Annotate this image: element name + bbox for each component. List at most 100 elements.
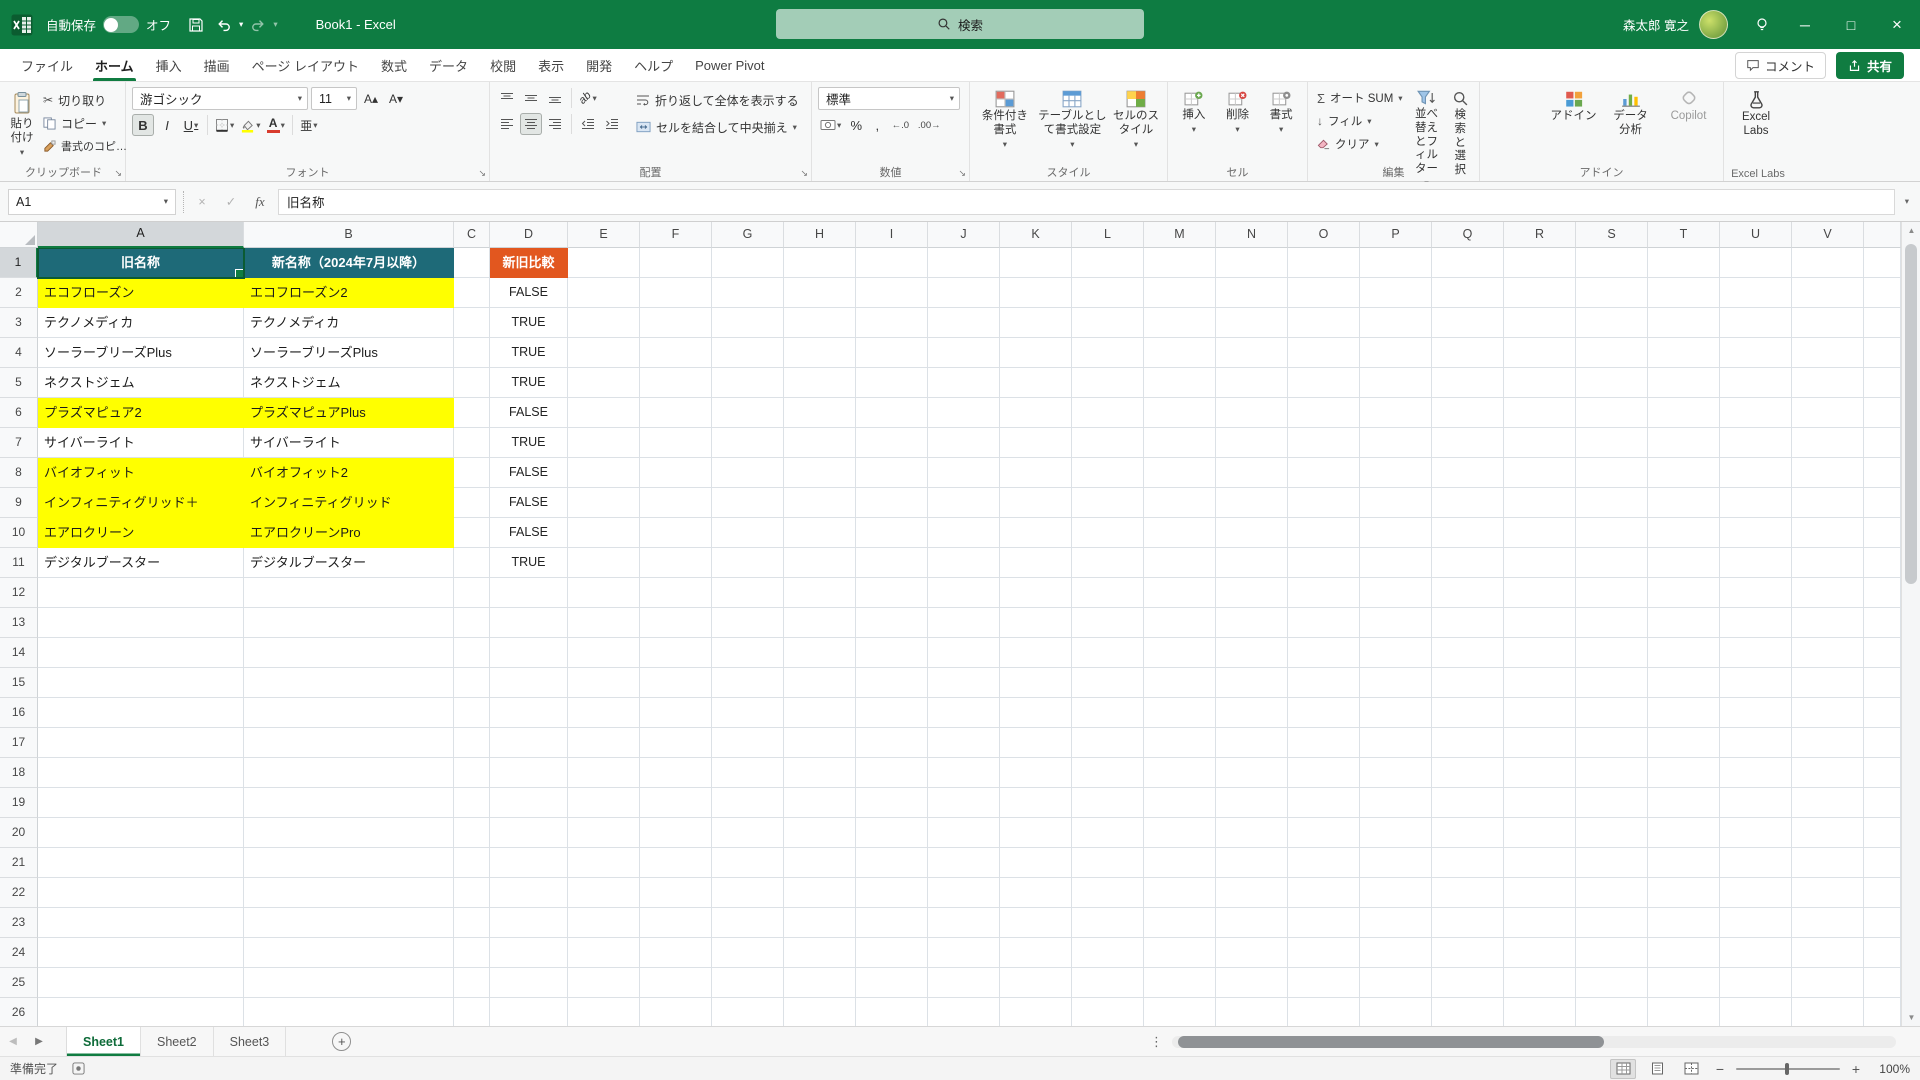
cell-C15[interactable] <box>454 668 490 698</box>
cell-Q11[interactable] <box>1432 548 1504 578</box>
row-header-3[interactable]: 3 <box>0 308 38 338</box>
cell-T24[interactable] <box>1648 938 1720 968</box>
cell-L1[interactable] <box>1072 248 1144 278</box>
cell-Q1[interactable] <box>1432 248 1504 278</box>
cell-E7[interactable] <box>568 428 640 458</box>
cell-Q24[interactable] <box>1432 938 1504 968</box>
cell-J19[interactable] <box>928 788 1000 818</box>
cell-F14[interactable] <box>640 638 712 668</box>
cell-B16[interactable] <box>244 698 454 728</box>
cell-V21[interactable] <box>1792 848 1864 878</box>
cell-E18[interactable] <box>568 758 640 788</box>
cell-E17[interactable] <box>568 728 640 758</box>
cell-N15[interactable] <box>1216 668 1288 698</box>
cell-U15[interactable] <box>1720 668 1792 698</box>
cell-L13[interactable] <box>1072 608 1144 638</box>
cell-Q20[interactable] <box>1432 818 1504 848</box>
cell-C1[interactable] <box>454 248 490 278</box>
align-top-button[interactable] <box>496 87 518 109</box>
cell-M3[interactable] <box>1144 308 1216 338</box>
undo-button[interactable] <box>211 11 237 39</box>
cell-R24[interactable] <box>1504 938 1576 968</box>
cell-O12[interactable] <box>1288 578 1360 608</box>
cell-S15[interactable] <box>1576 668 1648 698</box>
cell-E22[interactable] <box>568 878 640 908</box>
cell-D24[interactable] <box>490 938 568 968</box>
cell-L23[interactable] <box>1072 908 1144 938</box>
cell-R13[interactable] <box>1504 608 1576 638</box>
column-header-R[interactable]: R <box>1504 222 1576 248</box>
cell-R5[interactable] <box>1504 368 1576 398</box>
cell-B21[interactable] <box>244 848 454 878</box>
cell-M21[interactable] <box>1144 848 1216 878</box>
cell-B4[interactable]: ソーラーブリーズPlus <box>244 338 454 368</box>
cell-I6[interactable] <box>856 398 928 428</box>
normal-view-button[interactable] <box>1610 1058 1636 1079</box>
cell-O16[interactable] <box>1288 698 1360 728</box>
minimize-button[interactable]: ─ <box>1782 0 1828 49</box>
cell-L10[interactable] <box>1072 518 1144 548</box>
cell-T15[interactable] <box>1648 668 1720 698</box>
row-header-10[interactable]: 10 <box>0 518 38 548</box>
cell-E2[interactable] <box>568 278 640 308</box>
column-header-B[interactable]: B <box>244 222 454 248</box>
cell-I20[interactable] <box>856 818 928 848</box>
cell-S25[interactable] <box>1576 968 1648 998</box>
vertical-scroll-thumb[interactable] <box>1905 244 1917 584</box>
align-middle-button[interactable] <box>520 87 542 109</box>
cell-P26[interactable] <box>1360 998 1432 1026</box>
cell-V13[interactable] <box>1792 608 1864 638</box>
cell-T9[interactable] <box>1648 488 1720 518</box>
cell-G22[interactable] <box>712 878 784 908</box>
cell-B2[interactable]: エコフローズン2 <box>244 278 454 308</box>
lightbulb-button[interactable] <box>1742 0 1782 49</box>
cell-N11[interactable] <box>1216 548 1288 578</box>
cell-D11[interactable]: TRUE <box>490 548 568 578</box>
cell-O2[interactable] <box>1288 278 1360 308</box>
cell-N6[interactable] <box>1216 398 1288 428</box>
cell-M19[interactable] <box>1144 788 1216 818</box>
column-header-G[interactable]: G <box>712 222 784 248</box>
cell-B18[interactable] <box>244 758 454 788</box>
conditional-formatting-button[interactable]: 条件付き書式 ▾ <box>976 87 1034 151</box>
zoom-out-button[interactable]: − <box>1712 1061 1728 1077</box>
align-center-button[interactable] <box>520 113 542 135</box>
cell-T12[interactable] <box>1648 578 1720 608</box>
cell-T5[interactable] <box>1648 368 1720 398</box>
cell-C4[interactable] <box>454 338 490 368</box>
font-dialog-launcher[interactable]: ↘ <box>478 169 486 178</box>
cell-R18[interactable] <box>1504 758 1576 788</box>
cell-P16[interactable] <box>1360 698 1432 728</box>
cell-I21[interactable] <box>856 848 928 878</box>
cell-O22[interactable] <box>1288 878 1360 908</box>
cell-S26[interactable] <box>1576 998 1648 1026</box>
cell-V23[interactable] <box>1792 908 1864 938</box>
cell-M15[interactable] <box>1144 668 1216 698</box>
tab-データ[interactable]: データ <box>418 49 479 81</box>
cell-Q12[interactable] <box>1432 578 1504 608</box>
copy-button[interactable]: コピー ▾ <box>40 112 136 134</box>
cell-T23[interactable] <box>1648 908 1720 938</box>
cell-H7[interactable] <box>784 428 856 458</box>
cell-F7[interactable] <box>640 428 712 458</box>
cell-C12[interactable] <box>454 578 490 608</box>
cell-L3[interactable] <box>1072 308 1144 338</box>
column-header-Q[interactable]: Q <box>1432 222 1504 248</box>
cell-E12[interactable] <box>568 578 640 608</box>
row-header-22[interactable]: 22 <box>0 878 38 908</box>
cell-Q6[interactable] <box>1432 398 1504 428</box>
cell-C23[interactable] <box>454 908 490 938</box>
cell-K14[interactable] <box>1000 638 1072 668</box>
cell-D12[interactable] <box>490 578 568 608</box>
column-header-P[interactable]: P <box>1360 222 1432 248</box>
row-header-4[interactable]: 4 <box>0 338 38 368</box>
cell-J12[interactable] <box>928 578 1000 608</box>
cell-O5[interactable] <box>1288 368 1360 398</box>
cell-H25[interactable] <box>784 968 856 998</box>
cell-E20[interactable] <box>568 818 640 848</box>
cell-E11[interactable] <box>568 548 640 578</box>
cell-A16[interactable] <box>38 698 244 728</box>
cell-F3[interactable] <box>640 308 712 338</box>
cell-K4[interactable] <box>1000 338 1072 368</box>
insert-cells-button[interactable]: 挿入 ▾ <box>1174 87 1214 136</box>
